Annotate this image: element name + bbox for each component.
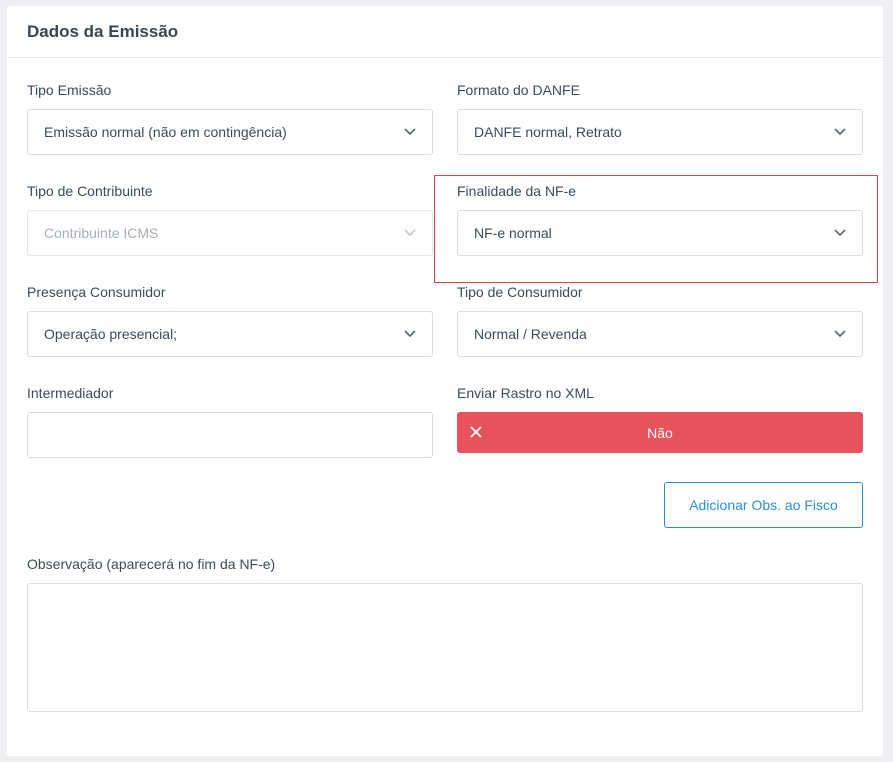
label-intermediador: Intermediador xyxy=(27,385,114,401)
label-observacao: Observação (aparecerá no fim da NF-e) xyxy=(27,556,276,572)
card-header: Dados da Emissão xyxy=(7,6,883,58)
label-finalidade-nfe: Finalidade da NF-e xyxy=(457,183,577,199)
label-tipo-contribuinte: Tipo de Contribuinte xyxy=(27,183,153,199)
field-tipo-consumidor: Tipo de Consumidor Normal / Revenda xyxy=(457,282,863,357)
field-tipo-contribuinte: Tipo de Contribuinte Contribuinte ICMS xyxy=(27,181,433,256)
field-observacao: Observação (aparecerá no fim da NF-e) xyxy=(27,554,863,574)
select-tipo-consumidor[interactable]: Normal / Revenda xyxy=(457,311,863,357)
select-tipo-contribuinte-value: Contribuinte ICMS xyxy=(44,225,159,241)
field-finalidade-nfe: Finalidade da NF-e NF-e normal xyxy=(457,181,863,256)
field-tipo-emissao: Tipo Emissão Emissão normal (não em cont… xyxy=(27,80,433,155)
select-tipo-emissao-value: Emissão normal (não em contingência) xyxy=(44,124,287,140)
chevron-down-icon xyxy=(404,227,416,239)
label-enviar-rastro: Enviar Rastro no XML xyxy=(457,385,594,401)
field-enviar-rastro: Enviar Rastro no XML xyxy=(457,383,863,403)
field-intermediador: Intermediador xyxy=(27,383,433,458)
select-presenca-consumidor-value: Operação presencial; xyxy=(44,326,178,342)
label-tipo-emissao: Tipo Emissão xyxy=(27,82,112,98)
chevron-down-icon xyxy=(834,328,846,340)
chevron-down-icon xyxy=(834,227,846,239)
select-tipo-emissao[interactable]: Emissão normal (não em contingência) xyxy=(27,109,433,155)
field-formato-danfe: Formato do DANFE DANFE normal, Retrato xyxy=(457,80,863,155)
select-finalidade-nfe[interactable]: NF-e normal xyxy=(457,210,863,256)
enviar-rastro-value: Não xyxy=(647,424,673,441)
chevron-down-icon xyxy=(404,126,416,138)
observacao-textarea[interactable] xyxy=(27,583,863,712)
chevron-down-icon xyxy=(834,126,846,138)
card-title: Dados da Emissão xyxy=(27,22,179,41)
select-formato-danfe[interactable]: DANFE normal, Retrato xyxy=(457,109,863,155)
select-formato-danfe-value: DANFE normal, Retrato xyxy=(474,124,622,140)
field-presenca-consumidor: Presença Consumidor Operação presencial; xyxy=(27,282,433,357)
intermediador-input[interactable] xyxy=(27,412,433,458)
select-tipo-contribuinte: Contribuinte ICMS xyxy=(27,210,433,256)
enviar-rastro-toggle[interactable]: Não xyxy=(457,412,863,453)
close-icon xyxy=(469,425,483,439)
adicionar-obs-fisco-button[interactable]: Adicionar Obs. ao Fisco xyxy=(664,482,863,528)
select-presenca-consumidor[interactable]: Operação presencial; xyxy=(27,311,433,357)
select-tipo-consumidor-value: Normal / Revenda xyxy=(474,326,587,342)
select-finalidade-nfe-value: NF-e normal xyxy=(474,225,552,241)
label-presenca-consumidor: Presença Consumidor xyxy=(27,284,166,300)
label-formato-danfe: Formato do DANFE xyxy=(457,82,580,98)
chevron-down-icon xyxy=(404,328,416,340)
label-tipo-consumidor: Tipo de Consumidor xyxy=(457,284,583,300)
